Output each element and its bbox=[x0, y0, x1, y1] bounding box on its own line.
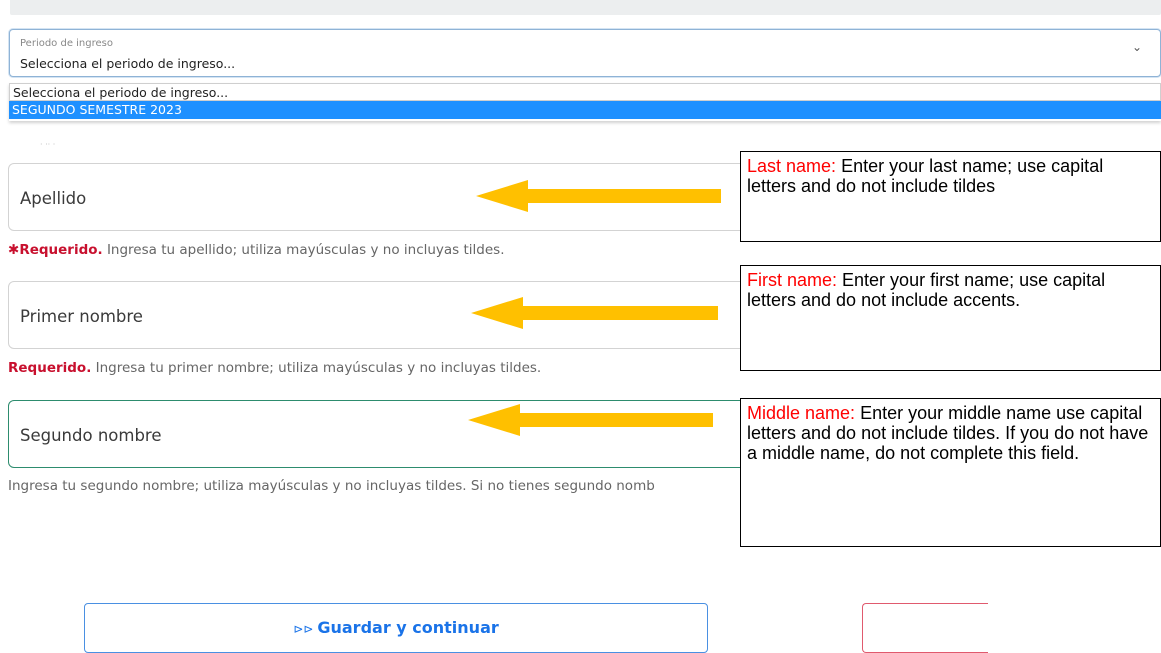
fast-forward-icon: ⊳⊳ bbox=[293, 622, 314, 636]
top-bar bbox=[10, 0, 1161, 15]
callout-title: First name: bbox=[747, 270, 838, 290]
period-select-label: Periodo de ingreso bbox=[20, 38, 113, 49]
dropdown-option[interactable]: Selecciona el periodo de ingreso... bbox=[9, 83, 1161, 101]
period-select[interactable]: Periodo de ingreso Selecciona el periodo… bbox=[9, 29, 1161, 77]
first-name-placeholder: Primer nombre bbox=[20, 307, 143, 326]
required-label: Requerido. bbox=[8, 360, 92, 376]
help-text: Ingresa tu primer nombre; utiliza mayúsc… bbox=[91, 360, 542, 376]
hidden-text-fragment: · ·· · bbox=[40, 140, 56, 149]
save-continue-label: Guardar y continuar bbox=[317, 618, 499, 637]
middle-name-placeholder: Segundo nombre bbox=[20, 426, 162, 445]
callout-middle-name: Middle name: Enter your middle name use … bbox=[740, 398, 1161, 547]
callout-title: Last name: bbox=[747, 156, 837, 176]
period-dropdown-list: Selecciona el periodo de ingreso... SEGU… bbox=[9, 83, 1161, 121]
callout-title: Middle name: bbox=[747, 403, 856, 423]
dropdown-option-selected[interactable]: SEGUNDO SEMESTRE 2023 bbox=[9, 101, 1161, 119]
callout-first-name: First name: Enter your first name; use c… bbox=[740, 265, 1161, 371]
required-mark-icon: ✱ bbox=[8, 242, 20, 258]
required-label: Requerido. bbox=[19, 242, 103, 258]
last-name-placeholder: Apellido bbox=[20, 189, 87, 208]
arrow-left-icon bbox=[468, 404, 713, 436]
period-select-value: Selecciona el periodo de ingreso... bbox=[20, 56, 236, 71]
middle-name-help: Ingresa tu segundo nombre; utiliza mayús… bbox=[8, 478, 740, 494]
callout-last-name: Last name: Enter your last name; use cap… bbox=[740, 151, 1161, 242]
arrow-left-icon bbox=[476, 180, 721, 212]
first-name-help: Requerido. Ingresa tu primer nombre; uti… bbox=[8, 360, 541, 376]
arrow-left-icon bbox=[471, 297, 718, 329]
last-name-help: ✱Requerido. Ingresa tu apellido; utiliza… bbox=[8, 242, 505, 258]
help-text: Ingresa tu apellido; utiliza mayúsculas … bbox=[102, 242, 505, 258]
help-text: Ingresa tu segundo nombre; utiliza mayús… bbox=[8, 478, 655, 494]
chevron-down-icon[interactable]: ⌄ bbox=[1132, 40, 1142, 54]
